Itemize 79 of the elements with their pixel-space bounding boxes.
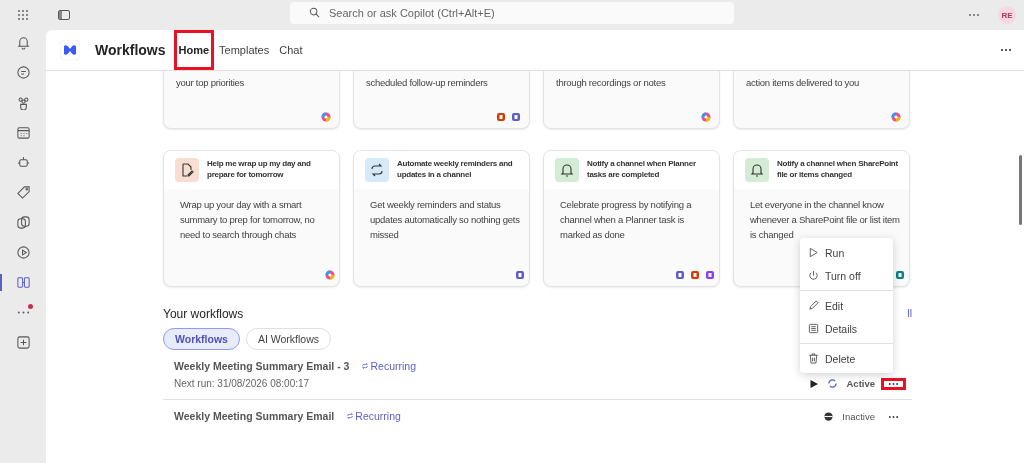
play-icon[interactable] bbox=[809, 378, 820, 389]
app-icon bbox=[895, 270, 905, 280]
app-icon bbox=[675, 270, 685, 280]
more-icon bbox=[888, 414, 899, 419]
schedule-text: Recurring bbox=[370, 360, 416, 372]
status-text: Active bbox=[846, 378, 875, 389]
sidebar-toggle-icon[interactable] bbox=[58, 10, 70, 20]
template-card[interactable]: Notify a channel when Planner tasks are completed Celebrate progress by notifying a channel when a Planner task is marked as done bbox=[543, 150, 720, 287]
chat-icon[interactable] bbox=[15, 65, 31, 80]
template-card[interactable]: through recordings or notes bbox=[543, 71, 720, 129]
app-icon bbox=[515, 270, 525, 280]
template-card[interactable]: your top priorities bbox=[163, 71, 340, 129]
app-icon bbox=[891, 112, 901, 122]
card-description: through recordings or notes bbox=[556, 76, 667, 90]
app-icon bbox=[701, 112, 711, 122]
trash-icon bbox=[808, 353, 819, 364]
card-title: Notify a channel when Planner tasks are completed bbox=[587, 158, 697, 180]
search-icon bbox=[309, 7, 320, 18]
template-card[interactable]: action items delivered to you bbox=[733, 71, 910, 129]
more-icon[interactable] bbox=[1000, 48, 1012, 52]
search-field[interactable]: Search or ask Copilot (Ctrl+Alt+E) bbox=[290, 2, 734, 24]
scrollbar[interactable] bbox=[1019, 155, 1022, 225]
card-description: Get weekly reminders and status updates automatically so nothing gets missed bbox=[370, 198, 521, 242]
more-icon bbox=[888, 381, 899, 386]
apps-grid-icon[interactable] bbox=[17, 9, 29, 21]
tag-icon[interactable] bbox=[15, 185, 31, 200]
calendar-icon[interactable] bbox=[15, 125, 31, 140]
menu-item[interactable]: Turn off bbox=[800, 264, 893, 287]
people-icon[interactable] bbox=[15, 95, 31, 110]
card-title: Help me wrap up my day and prepare for tomorrow bbox=[207, 158, 312, 180]
card-title: Notify a channel when SharePoint file or items changed bbox=[777, 158, 899, 180]
more-icon[interactable] bbox=[968, 13, 980, 17]
play-icon bbox=[808, 247, 819, 258]
card-title: Automate weekly reminders and updates in a channel bbox=[397, 158, 514, 180]
next-run-text: Next run: 31/08/2026 08:00:17 bbox=[174, 378, 311, 389]
pencil-icon bbox=[808, 300, 819, 311]
section-heading: Your workflows bbox=[163, 307, 244, 321]
workflow-name[interactable]: Weekly Meeting Summary Email - 3 bbox=[174, 360, 350, 372]
app-icon bbox=[496, 112, 506, 122]
bot-icon[interactable] bbox=[15, 155, 31, 170]
app-icon bbox=[705, 270, 715, 280]
workflows-logo-icon bbox=[60, 40, 80, 60]
app-icon bbox=[690, 270, 700, 280]
avatar[interactable]: RE bbox=[998, 6, 1016, 24]
card-description: Wrap up your day with a smart summary to prep for tomorrow, no need to search through chats bbox=[180, 198, 316, 242]
repeat-icon bbox=[361, 362, 370, 370]
menu-item[interactable]: Delete bbox=[800, 347, 893, 370]
filter-pill[interactable]: Workflows bbox=[163, 328, 240, 350]
template-card[interactable]: Automate weekly reminders and updates in a channel Get weekly reminders and status updates automatically so nothing gets missed bbox=[353, 150, 530, 287]
template-card[interactable]: Help me wrap up my day and prepare for tomorrow Wrap up your day with a smart summary to prep for tomorrow, no need to search through chats bbox=[163, 150, 340, 287]
card-description: Celebrate progress by notifying a channel when a Planner task is marked as done bbox=[560, 198, 693, 242]
menu-item[interactable]: Run bbox=[800, 241, 893, 264]
power-icon bbox=[808, 270, 819, 281]
schedule-text: Recurring bbox=[355, 410, 401, 422]
see-all-link[interactable]: ll bbox=[907, 307, 912, 321]
template-card[interactable]: scheduled follow-up reminders bbox=[353, 71, 530, 129]
list-icon bbox=[808, 323, 819, 334]
add-icon[interactable] bbox=[15, 335, 31, 350]
tab[interactable]: Home bbox=[173, 30, 215, 70]
card-description: your top priorities bbox=[176, 76, 246, 90]
menu-item[interactable]: Edit bbox=[800, 294, 893, 317]
tab[interactable]: Chat bbox=[274, 30, 308, 70]
tab[interactable]: Templates bbox=[214, 30, 275, 70]
workflow-name[interactable]: Weekly Meeting Summary Email bbox=[174, 410, 335, 422]
more-button[interactable] bbox=[883, 379, 904, 388]
app-title: Workflows bbox=[95, 42, 166, 58]
card-description: action items delivered to you bbox=[746, 76, 861, 90]
workflows-icon[interactable] bbox=[15, 275, 31, 290]
app-icon bbox=[321, 112, 331, 122]
app-icon bbox=[511, 112, 521, 122]
card-description: Let everyone in the channel know whenever a SharePoint file or list item is changed bbox=[750, 198, 901, 242]
loop-icon[interactable] bbox=[15, 215, 31, 230]
repeat-icon bbox=[346, 412, 355, 420]
app-icon bbox=[325, 270, 335, 280]
filter-pill[interactable]: AI Workflows bbox=[245, 328, 331, 350]
status-text: Inactive bbox=[842, 411, 875, 422]
bell-icon[interactable] bbox=[15, 35, 31, 50]
menu-item[interactable]: Details bbox=[800, 317, 893, 340]
card-description: scheduled follow-up reminders bbox=[366, 76, 489, 90]
